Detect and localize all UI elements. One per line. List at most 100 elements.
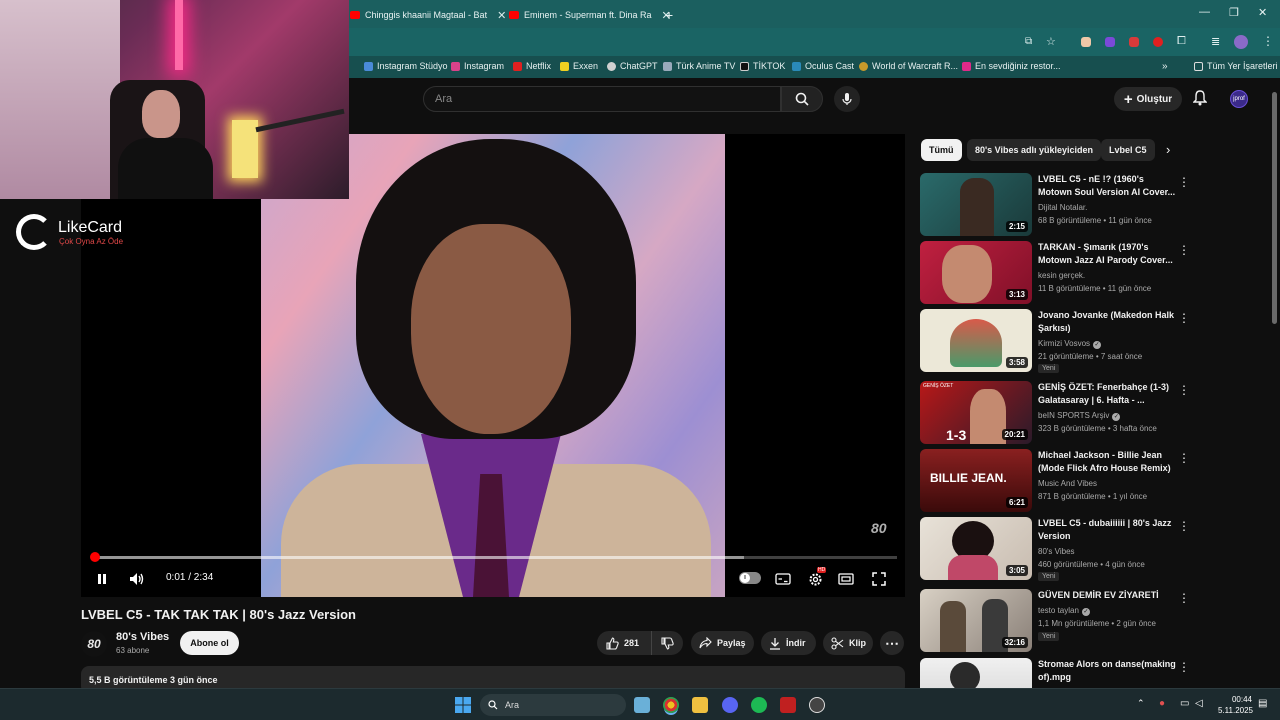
recommendation-item[interactable]: 3:58 Jovano Jovanke (Makedon Halk Şarkıs… bbox=[920, 309, 1190, 373]
network-icon[interactable]: ▭ bbox=[1180, 698, 1189, 709]
bookmark-item[interactable]: World of Warcraft R... bbox=[859, 61, 958, 71]
account-avatar[interactable]: jprof bbox=[1230, 90, 1248, 108]
bookmark-item[interactable]: Instagram Stüdyo bbox=[364, 61, 448, 71]
like-button[interactable]: 281 bbox=[597, 631, 651, 655]
voice-search-button[interactable] bbox=[834, 86, 860, 112]
extension-icon[interactable] bbox=[1129, 37, 1139, 47]
tray-chevron-up-icon[interactable]: ⌃ bbox=[1137, 698, 1145, 709]
windows-start-button[interactable] bbox=[455, 697, 471, 713]
miniplayer-button[interactable] bbox=[837, 570, 855, 588]
fullscreen-button[interactable] bbox=[870, 570, 888, 588]
browser-tab[interactable]: Chinggis khaanii Magtaal - Bat ✕ bbox=[350, 4, 506, 26]
search-button[interactable] bbox=[781, 86, 823, 112]
obs-icon[interactable] bbox=[809, 697, 825, 713]
dislike-button[interactable] bbox=[651, 631, 683, 655]
voicemeeter-icon[interactable] bbox=[780, 697, 796, 713]
page-scrollbar[interactable] bbox=[1272, 92, 1277, 324]
file-explorer-icon[interactable] bbox=[692, 697, 708, 713]
video-thumbnail[interactable]: GENİŞ ÖZET 1-3 20:21 bbox=[920, 381, 1032, 444]
more-bookmarks-icon[interactable]: » bbox=[1162, 61, 1168, 72]
video-thumbnail[interactable]: 32:16 bbox=[920, 589, 1032, 652]
speaker-icon[interactable]: ◁ bbox=[1195, 698, 1203, 709]
recommendation-title[interactable]: GENİŞ ÖZET: Fenerbahçe (1-3) Galatasaray… bbox=[1038, 381, 1176, 407]
share-button[interactable]: Paylaş bbox=[691, 631, 754, 655]
chip-all[interactable]: Tümü bbox=[921, 139, 962, 161]
subtitles-button[interactable] bbox=[774, 570, 792, 588]
more-vertical-icon[interactable]: ⋮ bbox=[1178, 451, 1190, 465]
all-bookmarks-folder[interactable]: Tüm Yer İşaretleri bbox=[1194, 61, 1278, 71]
recommendation-channel[interactable]: Music And Vibes bbox=[1038, 479, 1097, 488]
bookmark-item[interactable]: Türk Anime TV bbox=[663, 61, 735, 71]
bookmark-item[interactable]: Oculus Cast bbox=[792, 61, 854, 71]
bookmark-item[interactable]: ChatGPT bbox=[607, 61, 658, 71]
more-vertical-icon[interactable]: ⋮ bbox=[1178, 175, 1190, 189]
recommendation-item[interactable]: Stromae Alors on danse(making of).mpg ⋮ bbox=[920, 658, 1190, 688]
channel-name[interactable]: 80's Vibes bbox=[116, 631, 169, 643]
install-app-icon[interactable]: ⧉ bbox=[1025, 36, 1032, 47]
recommendation-item[interactable]: 3:05 LVBEL C5 - dubaiiiiii | 80's Jazz V… bbox=[920, 517, 1190, 581]
chrome-icon[interactable] bbox=[663, 697, 679, 713]
recommendation-title[interactable]: Stromae Alors on danse(making of).mpg bbox=[1038, 658, 1176, 684]
spotify-icon[interactable] bbox=[751, 697, 767, 713]
more-vertical-icon[interactable]: ⋮ bbox=[1178, 311, 1190, 325]
bookmark-item[interactable]: TİKTOK bbox=[740, 61, 785, 71]
bookmark-item[interactable]: En sevdiğiniz restor... bbox=[962, 61, 1061, 71]
recommendation-title[interactable]: Jovano Jovanke (Makedon Halk Şarkısı) bbox=[1038, 309, 1176, 335]
more-actions-button[interactable]: ⋯ bbox=[880, 631, 904, 655]
bookmark-item[interactable]: Instagram bbox=[451, 61, 504, 71]
subscribe-button[interactable]: Abone ol bbox=[180, 631, 239, 655]
recommendation-item[interactable]: 3:13 TARKAN - Şımarık (1970's Motown Jaz… bbox=[920, 241, 1190, 305]
autoplay-toggle[interactable]: II bbox=[739, 572, 761, 584]
recommendation-title[interactable]: LVBEL C5 - nE !? (1960's Motown Soul Ver… bbox=[1038, 173, 1176, 199]
extension-icon[interactable] bbox=[1081, 37, 1091, 47]
search-input[interactable]: Ara bbox=[423, 86, 781, 112]
recommendation-item[interactable]: 32:16 GÜVEN DEMİR EV ZİYARETİ testo tayl… bbox=[920, 589, 1190, 653]
microphone-tray-icon[interactable]: ● bbox=[1159, 698, 1165, 709]
minimize-window-icon[interactable]: — bbox=[1199, 6, 1210, 18]
video-thumbnail[interactable]: 3:05 bbox=[920, 517, 1032, 580]
recommendation-title[interactable]: GÜVEN DEMİR EV ZİYARETİ bbox=[1038, 589, 1176, 602]
notification-center-icon[interactable]: ▤ bbox=[1258, 698, 1267, 709]
close-window-icon[interactable]: ✕ bbox=[1258, 6, 1267, 19]
recommendation-item[interactable]: BILLIE JEAN. 6:21 Michael Jackson - Bill… bbox=[920, 449, 1190, 513]
video-player[interactable]: 80 0:01 / 2:34 II HD bbox=[81, 134, 905, 597]
close-tab-icon[interactable]: ✕ bbox=[497, 9, 506, 22]
channel-watermark[interactable]: 80 bbox=[871, 520, 887, 536]
progress-bar[interactable] bbox=[90, 552, 897, 562]
chevron-right-icon[interactable]: › bbox=[1166, 142, 1170, 157]
extension-icon[interactable] bbox=[1105, 37, 1115, 47]
recommendation-channel[interactable]: testo taylan ✓ bbox=[1038, 606, 1090, 616]
more-vertical-icon[interactable]: ⋮ bbox=[1178, 243, 1190, 257]
bookmark-item[interactable]: Netflix bbox=[513, 61, 551, 71]
recommendation-channel[interactable]: kesin gerçek. bbox=[1038, 271, 1085, 280]
extension-icon[interactable] bbox=[1153, 37, 1163, 47]
recommendation-title[interactable]: TARKAN - Şımarık (1970's Motown Jazz AI … bbox=[1038, 241, 1176, 267]
recommendation-item[interactable]: GENİŞ ÖZET 1-3 20:21 GENİŞ ÖZET: Fenerba… bbox=[920, 381, 1190, 445]
chip-lvbel-c5[interactable]: Lvbel C5 bbox=[1101, 139, 1155, 161]
browser-menu-icon[interactable]: ⋮ bbox=[1262, 34, 1274, 48]
download-button[interactable]: İndir bbox=[761, 631, 816, 655]
more-vertical-icon[interactable]: ⋮ bbox=[1178, 519, 1190, 533]
video-thumbnail[interactable]: 2:15 bbox=[920, 173, 1032, 236]
taskbar-clock[interactable]: 00:44 5.11.2025 bbox=[1218, 694, 1253, 716]
recommendation-channel[interactable]: beIN SPORTS Arşiv ✓ bbox=[1038, 411, 1121, 421]
recommendation-item[interactable]: 2:15 LVBEL C5 - nE !? (1960's Motown Sou… bbox=[920, 173, 1190, 237]
pause-button[interactable] bbox=[93, 570, 111, 588]
video-thumbnail[interactable]: 3:13 bbox=[920, 241, 1032, 304]
media-controls-icon[interactable]: ≣ bbox=[1211, 35, 1220, 48]
more-vertical-icon[interactable]: ⋮ bbox=[1178, 383, 1190, 397]
recommendation-channel[interactable]: Kirmizi Vosvos ✓ bbox=[1038, 339, 1102, 349]
bookmark-star-icon[interactable]: ☆ bbox=[1046, 35, 1056, 48]
notifications-button[interactable] bbox=[1192, 90, 1208, 111]
bookmark-item[interactable]: Exxen bbox=[560, 61, 598, 71]
widgets-icon[interactable] bbox=[634, 697, 650, 713]
browser-tab[interactable]: Eminem - Superman ft. Dina Ra ✕ bbox=[509, 4, 671, 26]
recommendation-title[interactable]: LVBEL C5 - dubaiiiiii | 80's Jazz Versio… bbox=[1038, 517, 1176, 543]
channel-avatar[interactable]: 80 bbox=[81, 631, 107, 657]
discord-icon[interactable] bbox=[722, 697, 738, 713]
recommendation-title[interactable]: Michael Jackson - Billie Jean (Mode Flic… bbox=[1038, 449, 1176, 475]
recommendation-channel[interactable]: Dijital Notalar. bbox=[1038, 203, 1087, 212]
new-tab-button[interactable]: + bbox=[665, 4, 673, 26]
more-vertical-icon[interactable]: ⋮ bbox=[1178, 660, 1190, 674]
profile-avatar-icon[interactable] bbox=[1234, 35, 1248, 49]
